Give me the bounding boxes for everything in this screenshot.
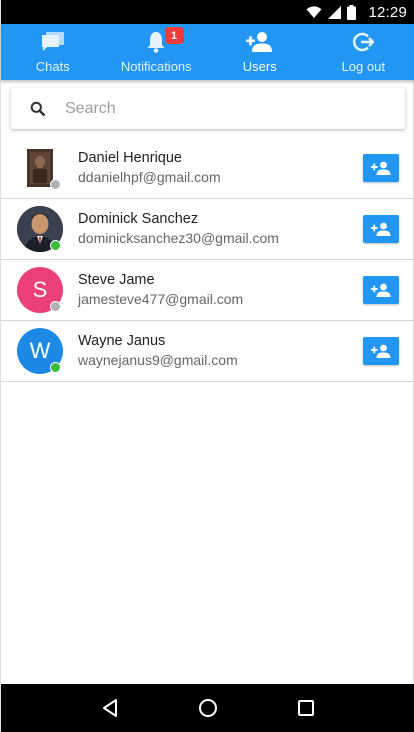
user-info: Daniel Henrique ddanielhpf@gmail.com <box>78 149 363 187</box>
search-bar <box>11 88 405 129</box>
avatar <box>17 206 63 252</box>
chat-icon <box>41 29 65 55</box>
recents-button[interactable] <box>286 688 326 728</box>
add-friend-button[interactable] <box>363 154 399 182</box>
list-item[interactable]: Daniel Henrique ddanielhpf@gmail.com <box>1 138 414 199</box>
avatar: W <box>17 328 63 374</box>
user-photo <box>27 149 53 187</box>
list-item[interactable]: W Wayne Janus waynejanus9@gmail.com <box>1 321 414 382</box>
tab-users[interactable]: Users <box>208 24 312 80</box>
wifi-icon <box>306 5 322 19</box>
status-bar: 12:29 <box>1 0 414 24</box>
recents-square-icon <box>298 700 314 716</box>
user-email: ddanielhpf@gmail.com <box>78 169 221 185</box>
add-friend-button[interactable] <box>363 337 399 365</box>
person-add-icon <box>371 283 391 297</box>
signal-icon <box>328 5 342 19</box>
user-email: jamesteve477@gmail.com <box>78 291 244 307</box>
home-circle-icon <box>199 699 217 717</box>
tab-label: Chats <box>35 59 70 74</box>
back-button[interactable] <box>90 688 130 728</box>
top-tab-bar: Chats 1 Notifications Users Log out <box>1 24 414 80</box>
search-input[interactable] <box>65 99 405 118</box>
search-icon <box>11 101 65 117</box>
add-friend-button[interactable] <box>363 276 399 304</box>
offline-status-dot <box>50 301 61 312</box>
home-button[interactable] <box>188 688 228 728</box>
tab-label: Users <box>242 59 277 74</box>
person-add-icon <box>371 344 391 358</box>
avatar: S <box>17 267 63 313</box>
person-add-icon <box>371 222 391 236</box>
avatar <box>17 145 63 191</box>
user-name: Dominick Sanchez <box>78 211 199 227</box>
status-time: 12:29 <box>368 3 407 21</box>
tab-logout[interactable]: Log out <box>312 24 414 80</box>
battery-icon <box>347 4 357 20</box>
tab-label: Log out <box>341 59 385 74</box>
person-add-icon <box>371 161 391 175</box>
user-name: Daniel Henrique <box>78 150 182 166</box>
app-screen: 12:29 Chats 1 Notifications Users Log ou… <box>0 0 414 732</box>
add-friend-button[interactable] <box>363 215 399 243</box>
person-add-icon <box>245 29 274 55</box>
back-triangle-icon <box>103 699 117 717</box>
tab-label: Notifications <box>120 59 192 74</box>
user-email: dominicksanchez30@gmail.com <box>78 230 279 246</box>
user-info: Wayne Janus waynejanus9@gmail.com <box>78 332 363 370</box>
offline-status-dot <box>50 179 61 190</box>
user-info: Dominick Sanchez dominicksanchez30@gmail… <box>78 210 363 248</box>
online-status-dot <box>50 240 61 251</box>
user-email: waynejanus9@gmail.com <box>78 352 238 368</box>
notification-badge: 1 <box>164 27 184 44</box>
user-name: Wayne Janus <box>78 333 166 349</box>
tab-notifications[interactable]: 1 Notifications <box>105 24 209 80</box>
user-list: Daniel Henrique ddanielhpf@gmail.com Dom… <box>1 138 414 382</box>
system-nav-bar <box>1 684 414 732</box>
bell-icon <box>146 29 166 55</box>
list-item[interactable]: Dominick Sanchez dominicksanchez30@gmail… <box>1 199 414 260</box>
tab-chats[interactable]: Chats <box>1 24 105 80</box>
logout-icon <box>352 29 375 55</box>
list-item[interactable]: S Steve Jame jamesteve477@gmail.com <box>1 260 414 321</box>
user-name: Steve Jame <box>78 272 155 288</box>
user-info: Steve Jame jamesteve477@gmail.com <box>78 271 363 309</box>
online-status-dot <box>50 362 61 373</box>
